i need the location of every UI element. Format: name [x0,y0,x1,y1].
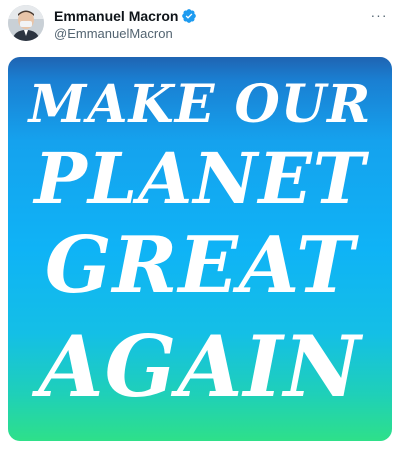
poster-line-4: AGAIN [38,317,362,416]
poster-line-1: MAKE OUR [28,74,372,135]
name-row: Emmanuel Macron [54,7,197,25]
tweet-media-image[interactable]: MAKE OUR PLANET GREAT AGAIN [8,57,392,441]
tweet-header: Emmanuel Macron @EmmanuelMacron ··· [8,3,392,43]
tweet: Emmanuel Macron @EmmanuelMacron ··· MAKE… [0,0,400,451]
verified-badge-icon [181,8,197,24]
avatar[interactable] [8,5,44,41]
more-icon: ··· [370,7,388,23]
avatar-image [8,5,44,41]
author-names: Emmanuel Macron @EmmanuelMacron [54,7,197,41]
author-handle[interactable]: @EmmanuelMacron [54,26,197,41]
poster-line-3: GREAT [44,220,356,311]
author-display-name[interactable]: Emmanuel Macron [54,8,178,24]
poster-text: MAKE OUR PLANET GREAT AGAIN [8,57,392,441]
poster-line-2: PLANET [34,137,366,220]
more-options-button[interactable]: ··· [368,7,390,23]
